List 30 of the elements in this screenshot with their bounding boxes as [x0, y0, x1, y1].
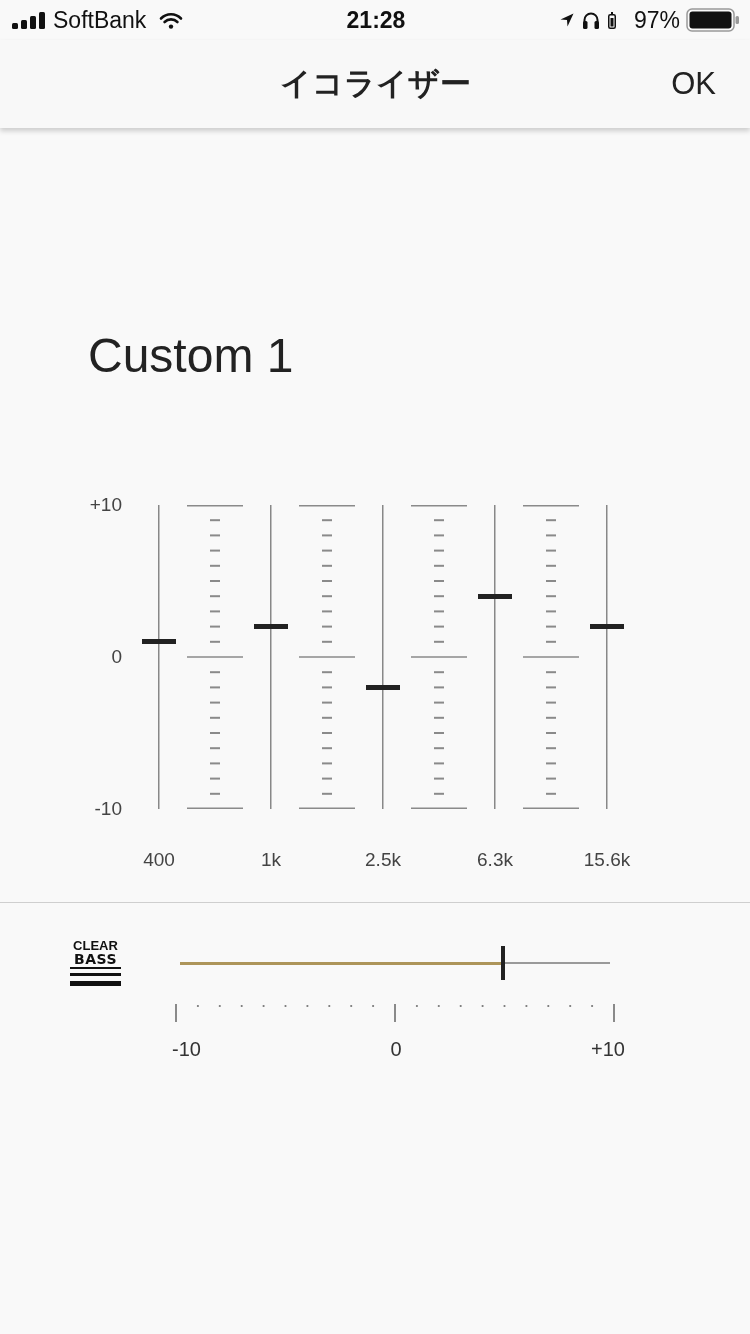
frequency-label: 2.5k: [365, 850, 401, 870]
location-arrow-icon: [559, 13, 574, 27]
frequency-label: 6.3k: [477, 850, 513, 870]
frequency-label: 15.6k: [583, 850, 631, 870]
eq-slider-thumb[interactable]: [254, 624, 288, 630]
wifi-icon: [159, 11, 184, 29]
signal-icon: [12, 11, 46, 29]
clock-time: 21:28: [346, 6, 406, 34]
eq-slider-thumb[interactable]: [142, 639, 176, 645]
axis-label: -10: [94, 799, 122, 819]
carrier-name: SoftBank: [53, 6, 147, 34]
scale-label: +10: [591, 1039, 625, 1059]
battery-percentage: 97%: [633, 6, 680, 34]
frequency-label: 400: [143, 850, 175, 870]
eq-slider-thumb[interactable]: [366, 684, 400, 690]
scale-label: 0: [390, 1039, 402, 1059]
small-battery-icon: [607, 11, 616, 29]
axis-label: +10: [89, 495, 122, 515]
slider-thumb[interactable]: [500, 946, 505, 980]
frequency-label: 1k: [260, 850, 282, 870]
headphones-icon: [581, 11, 600, 29]
eq-slider-thumb[interactable]: [478, 593, 512, 599]
battery-icon: [686, 8, 740, 32]
axis-label: 0: [111, 647, 122, 667]
screen-title: イコライザー: [279, 65, 471, 103]
preset-name: Custom 1: [88, 328, 294, 383]
scale-label: -10: [172, 1039, 201, 1059]
ok-button[interactable]: OK: [667, 64, 720, 104]
eq-slider-thumb[interactable]: [590, 624, 624, 630]
clear-bass-logo: CLEAR BASS: [70, 940, 121, 986]
